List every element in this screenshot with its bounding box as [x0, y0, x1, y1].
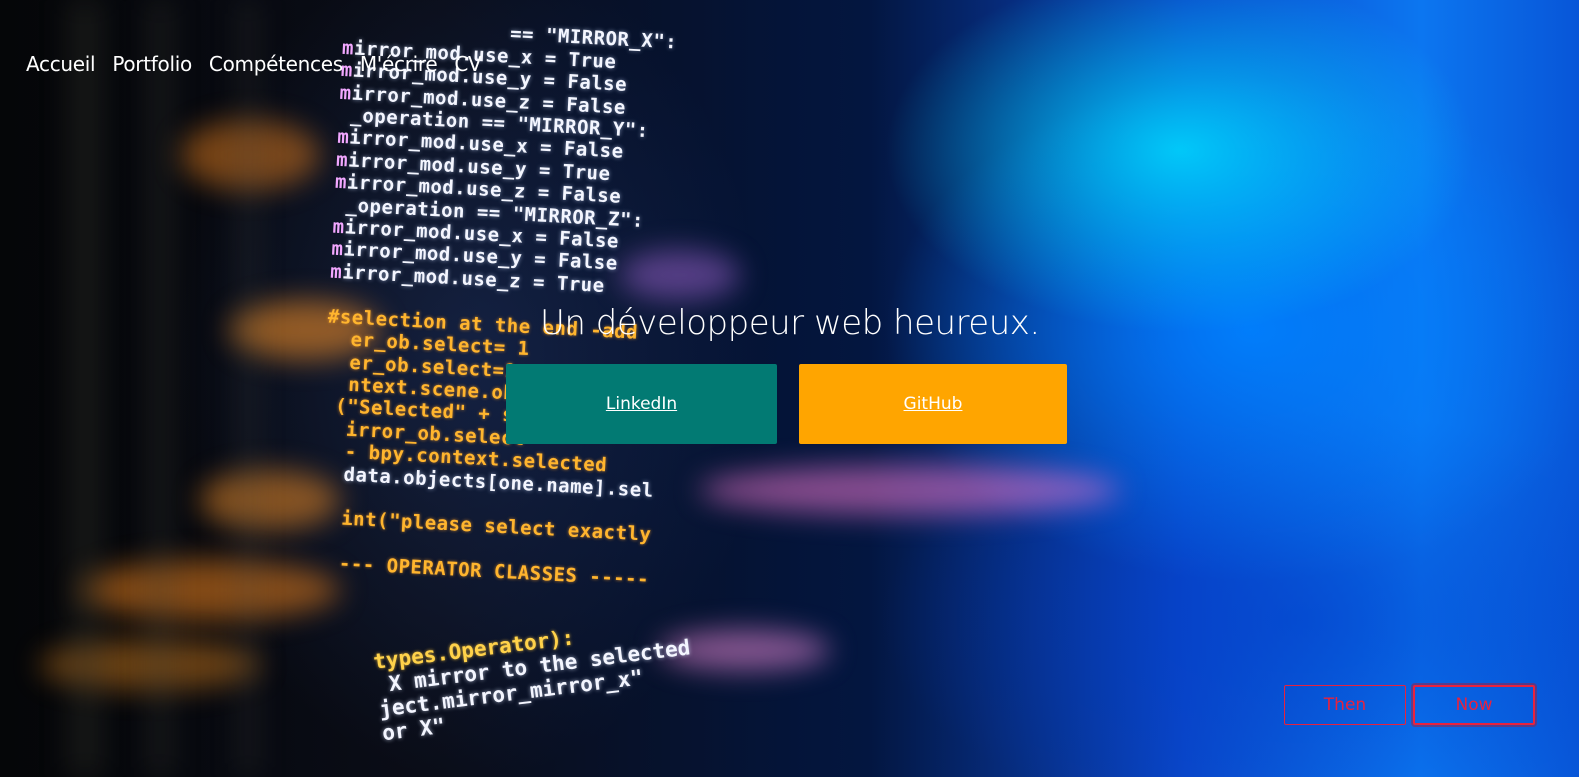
nav-item-competences[interactable]: Compétences — [209, 52, 343, 76]
linkedin-button[interactable]: LinkedIn — [506, 364, 777, 444]
nav-item-mecrire[interactable]: M'écrire — [360, 52, 438, 76]
nav-item-portfolio[interactable]: Portfolio — [112, 52, 192, 76]
then-toggle-button[interactable]: Then — [1284, 685, 1406, 725]
github-button[interactable]: GitHub — [799, 364, 1067, 444]
now-toggle-button[interactable]: Now — [1413, 685, 1535, 725]
hero-tagline: Un développeur web heureux. — [540, 303, 1040, 343]
nav-item-accueil[interactable]: Accueil — [26, 52, 96, 76]
code-background-bottom: types.Operator): X mirror to the selecte… — [372, 625, 692, 746]
background-image — [0, 0, 1579, 777]
hero-section: == "MIRROR_X": mirror_mod.use_x = True m… — [0, 0, 1579, 777]
nav-item-cv[interactable]: CV — [454, 52, 481, 76]
main-nav: Accueil Portfolio Compétences M'écrire C… — [26, 52, 482, 76]
